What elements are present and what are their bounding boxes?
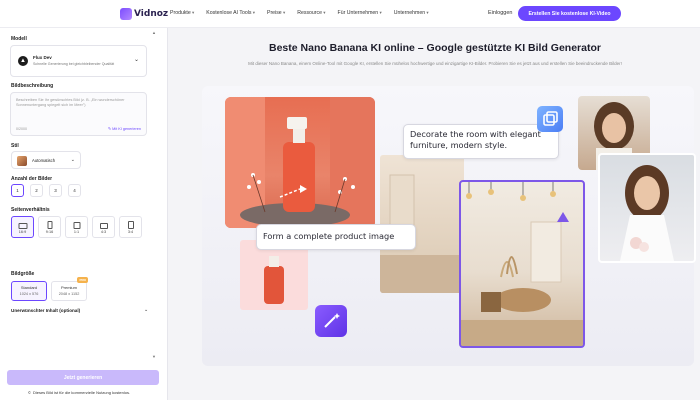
ratio-option-1-1[interactable]: 1:1 bbox=[65, 216, 88, 238]
count-option-4[interactable]: 4 bbox=[68, 184, 81, 197]
small-bottle-illustration bbox=[264, 256, 284, 304]
pro-badge: PRO bbox=[77, 277, 88, 283]
size-option-standard[interactable]: Standard 1024 x 576 bbox=[11, 281, 47, 301]
generator-sidebar: Modell ▲ Flux Dev Schnelle Generierung b… bbox=[0, 28, 168, 400]
ratio-16-9-icon bbox=[18, 223, 27, 229]
nav-item-produkte[interactable]: Produkte bbox=[170, 10, 194, 16]
aspect-ratio-options: 16:9 9:16 1:1 4:3 3:4 bbox=[11, 216, 142, 238]
license-notice: © Dieses Bild ist für die kommerzielle N… bbox=[28, 390, 130, 395]
ratio-option-9-16[interactable]: 9:16 bbox=[38, 216, 61, 238]
magic-wand-icon bbox=[315, 305, 347, 337]
character-count: 0/2000 bbox=[16, 127, 27, 131]
room-prompt-bubble: Decorate the room with elegant furniture… bbox=[403, 124, 559, 159]
description-label: Bildbeschreibung bbox=[11, 83, 54, 89]
count-option-1[interactable]: 1 bbox=[11, 184, 24, 197]
description-placeholder: Beschreiben Sie Ihr gewünschtes Bild (z.… bbox=[16, 98, 125, 107]
copyright-icon: © bbox=[28, 390, 31, 395]
model-label: Modell bbox=[11, 36, 27, 42]
style-label: Stil bbox=[11, 143, 19, 149]
nav-item-ai-tools[interactable]: Kostenlose AI Tools bbox=[206, 10, 255, 16]
description-textarea[interactable]: Beschreiben Sie Ihr gewünschtes Bild (z.… bbox=[10, 92, 147, 136]
aspect-ratio-label: Seitenverhältnis bbox=[11, 207, 50, 213]
nav-item-preise[interactable]: Preise bbox=[267, 10, 285, 16]
style-value: Automatisch bbox=[32, 158, 56, 163]
negative-prompt-toggle[interactable]: Unerwünschter Inhalt (optional) bbox=[11, 308, 151, 313]
login-link[interactable]: Einloggen bbox=[488, 10, 512, 16]
flux-logo-icon: ▲ bbox=[18, 56, 28, 66]
chevron-down-icon: ⌄ bbox=[70, 157, 75, 163]
chevron-down-icon: ⌄ bbox=[144, 307, 149, 313]
logo-text: Vidnoz bbox=[134, 9, 169, 19]
count-option-3[interactable]: 3 bbox=[49, 184, 62, 197]
page-subtitle: Mit dieser Nano Banana, einem Online-Too… bbox=[248, 61, 622, 66]
size-name: Standard bbox=[20, 285, 38, 290]
furnished-room-illustration bbox=[461, 182, 583, 346]
ratio-9-16-icon bbox=[47, 221, 52, 229]
product-reference-image bbox=[240, 240, 308, 310]
generate-button[interactable]: Jetzt generieren bbox=[7, 370, 159, 385]
nav-item-unternehmen[interactable]: Unternehmen bbox=[394, 10, 429, 16]
model-select[interactable]: ▲ Flux Dev Schnelle Generierung bei glei… bbox=[10, 45, 147, 77]
size-name: Premium bbox=[60, 285, 77, 290]
ai-generate-label: Mit KI generieren bbox=[112, 127, 141, 131]
ratio-3-4-icon bbox=[127, 221, 134, 229]
license-text: Dieses Bild ist für die kommerzielle Nut… bbox=[32, 390, 131, 395]
logo[interactable]: Vidnoz bbox=[120, 7, 168, 21]
image-size-options: Standard 1024 x 576 PRO Premium 2048 x 1… bbox=[11, 277, 88, 301]
product-bottle-image bbox=[225, 97, 375, 228]
ratio-1-1-icon bbox=[73, 222, 80, 229]
image-count-options: 1 2 3 4 bbox=[11, 184, 81, 197]
style-thumbnail bbox=[17, 156, 27, 166]
ratio-4-3-icon bbox=[99, 223, 108, 229]
ratio-option-16-9[interactable]: 16:9 bbox=[11, 216, 34, 238]
nav-item-fuer-unternehmen[interactable]: Für Unternehmen bbox=[338, 10, 382, 16]
product-prompt-bubble: Form a complete product image bbox=[256, 224, 416, 250]
ratio-label: 3:4 bbox=[127, 230, 134, 234]
chevron-down-icon: ⌄ bbox=[133, 57, 139, 63]
model-description: Schnelle Generierung bei gleichbleibende… bbox=[33, 62, 115, 66]
image-count-label: Anzahl der Bilder bbox=[11, 176, 53, 182]
create-video-button[interactable]: Erstellen Sie kostenlose KI-Video bbox=[518, 6, 621, 21]
scroll-up-icon[interactable]: ▲ bbox=[152, 30, 156, 35]
logo-icon bbox=[120, 8, 132, 20]
copy-icon bbox=[537, 106, 563, 132]
ratio-label: 16:9 bbox=[18, 230, 27, 234]
ratio-label: 1:1 bbox=[73, 230, 80, 234]
ratio-option-3-4[interactable]: 3:4 bbox=[119, 216, 142, 238]
top-nav: Vidnoz Produkte Kostenlose AI Tools Prei… bbox=[0, 0, 700, 28]
bride-illustration bbox=[620, 165, 674, 261]
style-select[interactable]: Automatisch ⌄ bbox=[11, 151, 81, 169]
size-dimensions: 2048 x 1152 bbox=[58, 292, 80, 296]
model-name: Flux Dev bbox=[33, 55, 52, 60]
count-option-2[interactable]: 2 bbox=[30, 184, 43, 197]
image-size-label: Bildgröße bbox=[11, 271, 35, 277]
nav-menu: Produkte Kostenlose AI Tools Preise Ress… bbox=[170, 10, 429, 16]
size-dimensions: 1024 x 576 bbox=[19, 292, 39, 296]
size-option-premium[interactable]: PRO Premium 2048 x 1152 bbox=[51, 277, 88, 301]
nav-item-ressource[interactable]: Ressource bbox=[297, 10, 325, 16]
bride-portrait-image bbox=[598, 153, 696, 263]
ratio-label: 4:3 bbox=[100, 230, 107, 234]
furnished-room-image bbox=[459, 180, 585, 348]
ratio-option-4-3[interactable]: 4:3 bbox=[92, 216, 115, 238]
magic-wand-glyph bbox=[324, 313, 340, 328]
page-title: Beste Nano Banana KI online – Google ges… bbox=[269, 42, 601, 54]
copy-glyph bbox=[543, 111, 558, 126]
bottle-illustration bbox=[225, 97, 375, 228]
ratio-label: 9:16 bbox=[45, 230, 54, 234]
ai-generate-link[interactable]: ✎ Mit KI generieren bbox=[108, 126, 141, 131]
scroll-down-icon[interactable]: ▼ bbox=[152, 354, 156, 359]
